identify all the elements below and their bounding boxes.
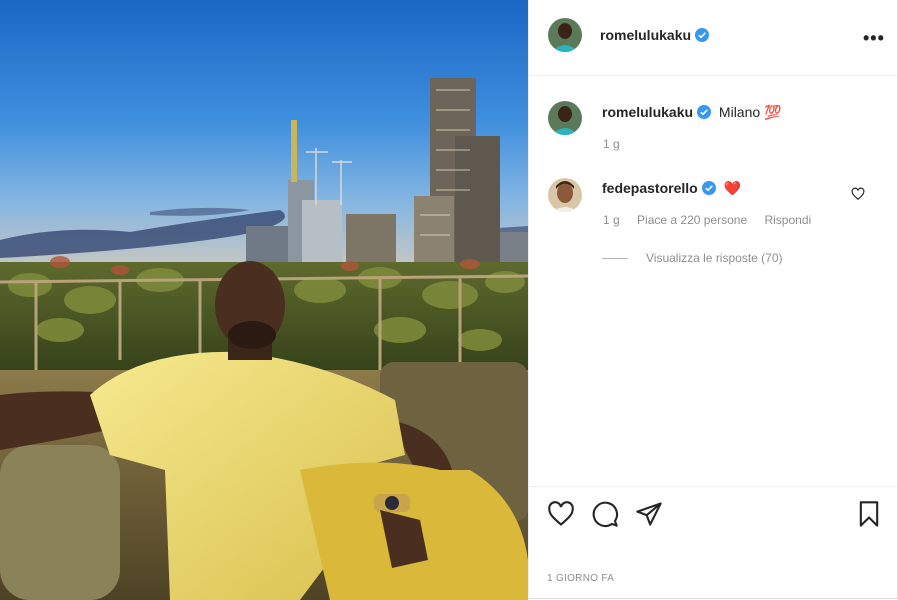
comment-reply-button[interactable]: Rispondi bbox=[764, 213, 811, 227]
author-name-row: romelulukaku bbox=[600, 27, 710, 47]
commenter-avatar[interactable] bbox=[548, 178, 582, 212]
comment-time[interactable]: 1 g bbox=[603, 213, 620, 227]
view-replies-button[interactable]: Visualizza le risposte (70) bbox=[602, 251, 783, 265]
comment-meta: 1 g Piace a 220 persone Rispondi bbox=[603, 213, 825, 227]
verified-badge-icon bbox=[697, 105, 712, 122]
paper-plane-icon[interactable] bbox=[635, 500, 663, 533]
comment-heart-icon[interactable] bbox=[851, 187, 865, 206]
more-options-button[interactable]: ••• bbox=[863, 28, 885, 49]
comment-emoji: ❤️ bbox=[723, 180, 742, 196]
post-photo[interactable] bbox=[0, 0, 528, 600]
view-replies-label: Visualizza le risposte (70) bbox=[646, 251, 783, 265]
post-side-panel: romelulukaku ••• romelulukaku Milano 💯 1… bbox=[528, 0, 898, 599]
caption-text: Milano bbox=[718, 104, 761, 120]
post-header: romelulukaku ••• bbox=[529, 0, 897, 76]
post-date[interactable]: 1 GIORNO FA bbox=[547, 573, 614, 584]
bookmark-icon[interactable] bbox=[855, 500, 883, 533]
caption-time[interactable]: 1 g bbox=[603, 137, 620, 151]
verified-badge-icon bbox=[695, 28, 710, 47]
actions-divider bbox=[529, 486, 897, 487]
caption-author-avatar[interactable] bbox=[548, 101, 582, 135]
author-avatar[interactable] bbox=[548, 18, 582, 52]
verified-badge-icon bbox=[701, 181, 716, 198]
caption-username[interactable]: romelulukaku bbox=[602, 104, 693, 120]
replies-divider bbox=[602, 258, 628, 260]
author-username[interactable]: romelulukaku bbox=[600, 27, 691, 43]
comment-line: fedepastorello ❤️ bbox=[602, 180, 741, 198]
comment-likes[interactable]: Piace a 220 persone bbox=[637, 213, 747, 227]
commenter-username[interactable]: fedepastorello bbox=[602, 180, 698, 196]
photo-image bbox=[0, 0, 528, 600]
heart-icon[interactable] bbox=[547, 500, 575, 533]
comment-icon[interactable] bbox=[591, 500, 619, 533]
caption-emoji: 💯 bbox=[764, 104, 782, 120]
caption-line: romelulukaku Milano 💯 bbox=[602, 104, 782, 122]
